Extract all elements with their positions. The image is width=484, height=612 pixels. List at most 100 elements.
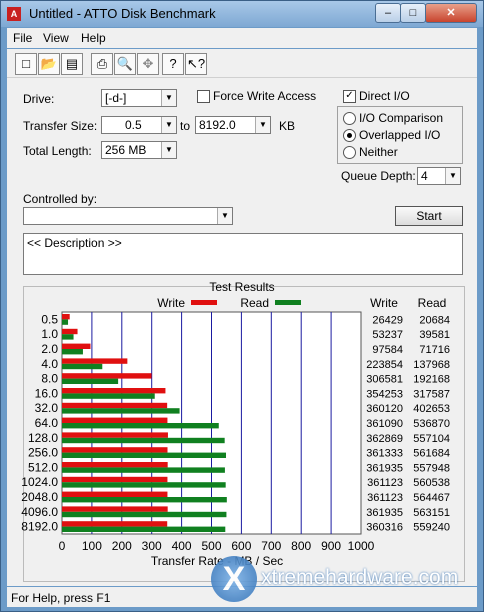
write-bar xyxy=(62,447,168,453)
write-bar xyxy=(62,358,128,364)
read-bar xyxy=(62,452,227,458)
write-value: 360316 xyxy=(366,522,403,534)
x-tick-label: 100 xyxy=(82,539,102,553)
print-preview-icon[interactable]: 🔍 xyxy=(114,53,136,75)
x-tick-label: 0 xyxy=(59,539,66,553)
write-bar xyxy=(62,432,168,438)
x-tick-label: 600 xyxy=(231,539,251,553)
write-value: 361090 xyxy=(366,418,403,430)
read-column-header: Read xyxy=(418,296,447,310)
read-bar xyxy=(62,482,226,488)
read-bar xyxy=(62,526,226,532)
menu-help[interactable]: Help xyxy=(81,31,106,45)
write-bar xyxy=(62,462,168,468)
x-tick-label: 200 xyxy=(112,539,132,553)
read-bar xyxy=(62,467,225,473)
read-value: 137968 xyxy=(413,359,450,371)
app-window: A Untitled - ATTO Disk Benchmark – □ ✕ F… xyxy=(0,0,484,612)
category-label: 32.0 xyxy=(35,401,59,415)
write-value: 361935 xyxy=(366,462,403,474)
print-icon[interactable]: ⎙ xyxy=(91,53,113,75)
write-value: 354253 xyxy=(366,388,403,400)
read-value: 20684 xyxy=(419,314,450,326)
category-label: 1.0 xyxy=(41,327,58,341)
x-tick-label: 300 xyxy=(142,539,162,553)
write-value: 26429 xyxy=(372,314,403,326)
results-title: Test Results xyxy=(209,280,274,294)
read-bar xyxy=(62,363,103,370)
help-icon[interactable]: ? xyxy=(162,53,184,75)
write-bar xyxy=(62,388,166,394)
write-bar xyxy=(62,476,168,483)
write-bar xyxy=(62,314,70,320)
write-value: 362869 xyxy=(366,433,403,445)
read-bar xyxy=(62,393,155,399)
open-icon[interactable]: 📂 xyxy=(38,53,60,75)
menu-view[interactable]: View xyxy=(43,31,69,45)
legend-read-swatch xyxy=(275,300,301,305)
read-bar xyxy=(62,378,119,384)
menu-file[interactable]: File xyxy=(13,31,32,45)
category-label: 512.0 xyxy=(28,460,58,474)
write-value: 361333 xyxy=(366,448,403,460)
toolbar: □ 📂 ▤ ⎙ 🔍 ✥ ? ↖? xyxy=(7,49,477,78)
legend-read-label: Read xyxy=(240,296,269,310)
menu-bar: File View Help xyxy=(7,28,477,48)
write-bar xyxy=(62,491,168,497)
read-value: 557948 xyxy=(413,462,450,474)
watermark-text: xtremehardware.com xyxy=(261,566,459,589)
write-value: 361123 xyxy=(367,477,403,489)
legend-write-swatch xyxy=(191,300,217,305)
read-value: 71716 xyxy=(419,344,450,356)
read-value: 402653 xyxy=(413,403,450,415)
maximize-button[interactable]: □ xyxy=(400,3,426,23)
minimize-button[interactable]: – xyxy=(375,3,401,23)
write-value: 223854 xyxy=(366,359,403,371)
category-label: 1024.0 xyxy=(21,475,58,489)
category-label: 64.0 xyxy=(35,416,59,430)
write-value: 361935 xyxy=(366,507,403,519)
category-label: 2.0 xyxy=(41,342,58,356)
category-label: 128.0 xyxy=(28,431,58,445)
write-bar xyxy=(62,328,78,335)
read-bar xyxy=(62,349,83,355)
category-label: 8192.0 xyxy=(21,520,58,534)
read-bar xyxy=(62,334,74,340)
category-label: 0.5 xyxy=(41,312,58,326)
category-label: 4096.0 xyxy=(21,505,58,519)
write-bar xyxy=(62,373,152,379)
new-icon[interactable]: □ xyxy=(15,53,37,75)
move-icon[interactable]: ✥ xyxy=(137,53,159,75)
save-icon[interactable]: ▤ xyxy=(61,53,83,75)
category-label: 8.0 xyxy=(41,372,58,386)
write-bar xyxy=(62,521,168,527)
write-bar xyxy=(62,506,168,512)
read-bar xyxy=(62,408,180,414)
x-tick-label: 500 xyxy=(201,539,221,553)
read-bar xyxy=(62,423,219,429)
read-value: 561684 xyxy=(413,448,450,460)
x-tick-label: 900 xyxy=(321,539,341,553)
read-value: 39581 xyxy=(419,329,450,341)
title-bar[interactable]: A Untitled - ATTO Disk Benchmark – □ ✕ xyxy=(1,1,483,27)
read-value: 563151 xyxy=(413,507,450,519)
x-tick-label: 800 xyxy=(291,539,311,553)
x-tick-label: 1000 xyxy=(348,539,375,553)
x-logo-icon: X xyxy=(211,556,257,602)
read-bar xyxy=(62,437,225,444)
read-bar xyxy=(62,319,69,325)
read-bar xyxy=(62,511,227,518)
results-chart: Test Results Write Read Write Read 0 100 200 300… xyxy=(21,280,450,568)
write-bar xyxy=(62,402,168,409)
legend-write-label: Write xyxy=(157,296,185,310)
write-bar xyxy=(62,417,168,423)
category-label: 16.0 xyxy=(35,386,59,400)
read-value: 560538 xyxy=(413,477,450,489)
x-tick-label: 400 xyxy=(172,539,192,553)
write-value: 361123 xyxy=(367,492,403,504)
close-button[interactable]: ✕ xyxy=(425,3,477,23)
main-panel: Drive: [-d-] ▼ Force Write Access ✓ Direc… xyxy=(7,78,477,586)
write-bar xyxy=(62,343,91,349)
read-value: 564467 xyxy=(413,492,450,504)
context-help-icon[interactable]: ↖? xyxy=(185,53,207,75)
